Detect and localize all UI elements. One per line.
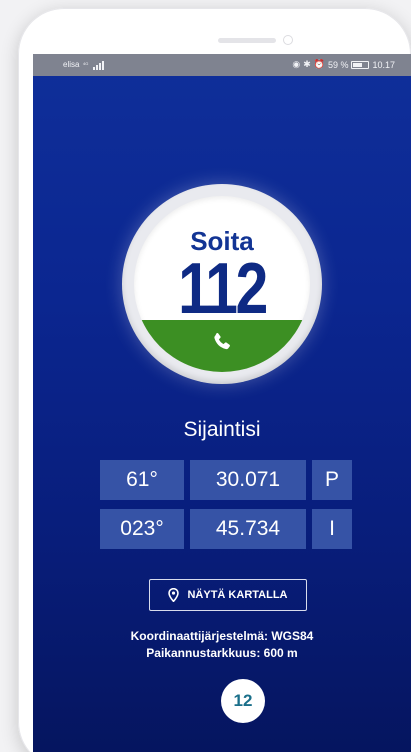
- clock: 10.17: [372, 59, 395, 70]
- battery-percent: 59 %: [327, 59, 349, 70]
- latitude-row: 61° 30.071 P: [100, 460, 352, 500]
- battery-icon: [351, 60, 370, 69]
- latitude-degrees: 61°: [100, 460, 184, 500]
- eye-icon: ◉: [292, 59, 301, 69]
- phone-mockup: elisa 4G ◉ ✱ ⏰ 59 % 10.17 Soita 112 Sija…: [0, 0, 411, 752]
- svg-text:4G: 4G: [83, 61, 88, 66]
- longitude-minutes: 45.734: [190, 509, 306, 549]
- carrier-label: elisa: [63, 60, 80, 69]
- emergency-number: 112: [178, 249, 268, 329]
- latitude-hemisphere: P: [312, 460, 352, 500]
- call-112-button[interactable]: Soita 112: [134, 196, 310, 372]
- signal-icon: 4G: [83, 61, 104, 70]
- longitude-degrees: 023°: [100, 509, 184, 549]
- latitude-minutes: 30.071: [190, 460, 306, 500]
- map-pin-icon: [168, 588, 180, 602]
- phone-icon: [214, 332, 230, 350]
- speaker-grille: [218, 38, 276, 43]
- app-screen: elisa 4G ◉ ✱ ⏰ 59 % 10.17 Soita 112 Sija…: [33, 54, 411, 752]
- show-on-map-label: NÄYTÄ KARTALLA: [187, 589, 288, 601]
- status-right: ◉ ✱ ⏰ 59 % 10.17: [292, 59, 395, 70]
- call-green-band: [134, 320, 310, 372]
- number-badge: 12: [221, 679, 265, 723]
- call-112-ring: Soita 112: [122, 184, 322, 384]
- status-bar: elisa 4G ◉ ✱ ⏰ 59 % 10.17: [33, 54, 411, 76]
- show-on-map-button[interactable]: NÄYTÄ KARTALLA: [149, 579, 307, 611]
- coordinate-system-text: Koordinaattijärjestelmä: WGS84: [130, 629, 314, 643]
- front-camera: [283, 35, 293, 45]
- location-title: Sijaintisi: [183, 418, 261, 441]
- alarm-icon: ⏰: [313, 59, 325, 69]
- accuracy-text: Paikannustarkkuus: 600 m: [146, 646, 298, 660]
- longitude-hemisphere: I: [312, 509, 352, 549]
- bluetooth-icon: ✱: [303, 59, 311, 69]
- longitude-row: 023° 45.734 I: [100, 509, 352, 549]
